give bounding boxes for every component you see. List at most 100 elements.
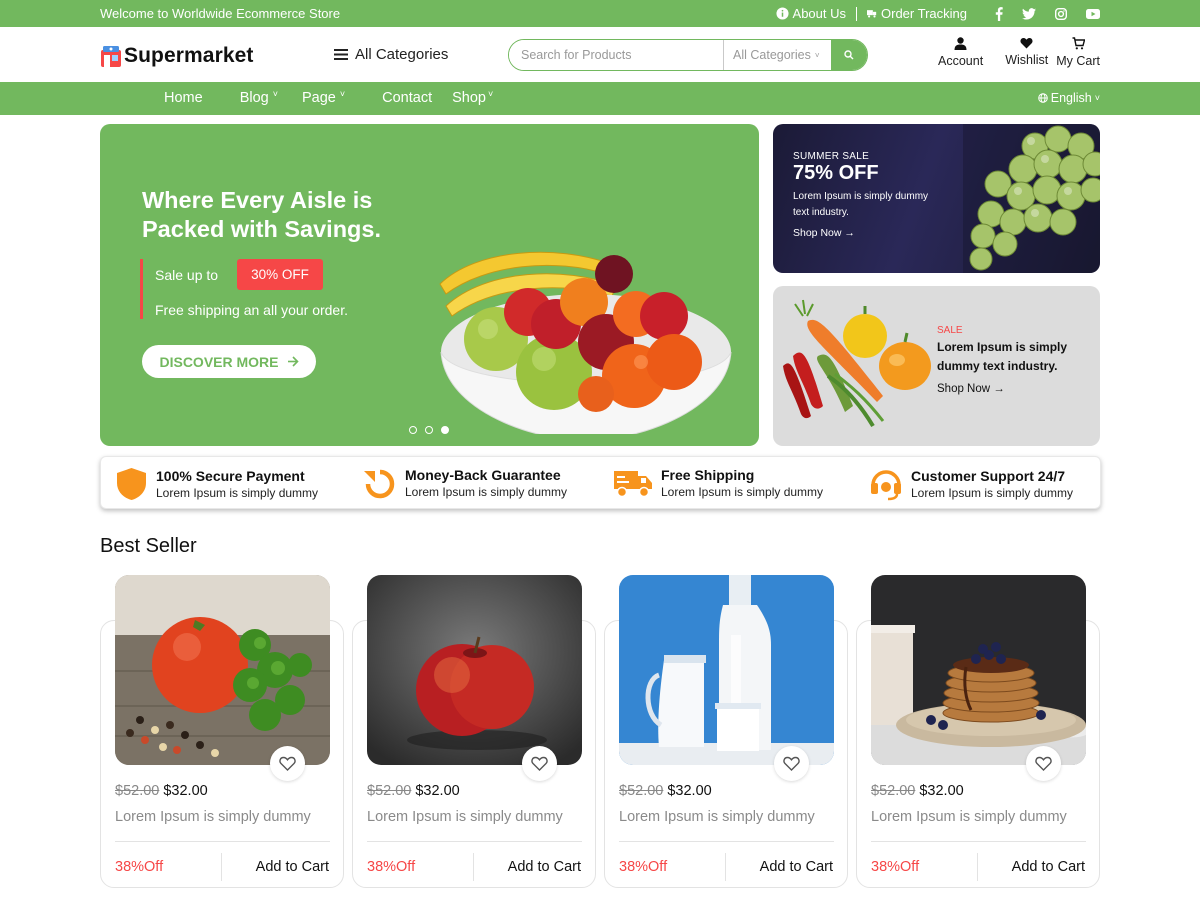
- product-image-pancakes[interactable]: [871, 575, 1086, 765]
- wishlist-label: Wishlist: [1005, 53, 1049, 67]
- feature-money-back: Money-Back Guarantee Lorem Ipsum is simp…: [363, 467, 567, 499]
- account-button[interactable]: Account: [938, 37, 983, 68]
- about-link[interactable]: About Us: [775, 6, 846, 21]
- discount-label: 38%Off: [115, 859, 164, 875]
- product-price: $52.00 $32.00: [367, 783, 460, 799]
- nav-item-page[interactable]: Page ˅: [301, 89, 346, 106]
- promo-top-tag: SUMMER SALE: [793, 151, 870, 162]
- chevron-down-icon: ˅: [272, 89, 278, 99]
- milk-bottle-image: [619, 575, 834, 765]
- order-tracking-label: Order Tracking: [881, 6, 967, 21]
- promo-banner-vegetables[interactable]: SALE Lorem Ipsum is simply dummy text in…: [773, 286, 1100, 446]
- social-links: [995, 6, 1100, 21]
- store-logo-icon: [101, 46, 121, 67]
- best-seller-title: Best Seller: [100, 535, 197, 557]
- heart-outline-icon: [531, 756, 548, 771]
- product-name[interactable]: Lorem Ipsum is simply dummy: [619, 809, 815, 825]
- add-to-cart-button[interactable]: Add to Cart: [760, 859, 833, 875]
- wishlist-toggle[interactable]: [522, 746, 557, 781]
- nav-item-home[interactable]: Home: [164, 90, 203, 106]
- heart-outline-icon: [783, 756, 800, 771]
- nav-item-shop[interactable]: Shop ˅: [452, 89, 493, 106]
- product-card[interactable]: $52.00 $32.00 Lorem Ipsum is simply dummy…: [352, 575, 596, 888]
- product-name[interactable]: Lorem Ipsum is simply dummy: [871, 809, 1067, 825]
- youtube-icon[interactable]: [1086, 8, 1100, 19]
- heart-outline-icon: [279, 756, 296, 771]
- slider-dot-active[interactable]: [441, 426, 449, 434]
- all-categories-label: All Categories: [355, 46, 449, 63]
- old-price: $52.00: [871, 783, 916, 799]
- info-icon: [775, 7, 789, 20]
- product-name[interactable]: Lorem Ipsum is simply dummy: [367, 809, 563, 825]
- top-bar: Welcome to Worldwide Ecommerce Store Abo…: [0, 0, 1200, 27]
- search-icon: [844, 50, 854, 60]
- nav-item-contact[interactable]: Contact: [382, 90, 432, 106]
- product-image-apple[interactable]: [367, 575, 582, 765]
- product-card[interactable]: $52.00 $32.00 Lorem Ipsum is simply dummy…: [100, 575, 344, 888]
- card-divider: [115, 841, 330, 842]
- feature-secure-payment: 100% Secure Payment Lorem Ipsum is simpl…: [115, 467, 318, 501]
- nav-contact-label: Contact: [382, 90, 433, 106]
- chevron-down-icon: ˅: [814, 50, 820, 60]
- search-button[interactable]: [831, 40, 867, 70]
- wishlist-button[interactable]: Wishlist: [1005, 37, 1048, 68]
- hamburger-icon: [334, 49, 348, 60]
- user-icon: [954, 37, 967, 50]
- facebook-icon[interactable]: [995, 6, 1003, 21]
- add-to-cart-button[interactable]: Add to Cart: [508, 859, 581, 875]
- slider-dot[interactable]: [425, 426, 433, 434]
- search-input[interactable]: [509, 40, 723, 70]
- nav-item-blog[interactable]: Blog ˅: [240, 89, 278, 106]
- nav-home-label: Home: [164, 90, 203, 106]
- promo-bottom-shop-link[interactable]: Shop Now →: [937, 383, 1005, 395]
- chevron-down-icon: ˅: [339, 89, 346, 99]
- nav-page-label: Page: [301, 90, 336, 106]
- all-categories-menu[interactable]: All Categories: [334, 46, 448, 63]
- slider-dot[interactable]: [409, 426, 417, 434]
- card-divider: [367, 841, 582, 842]
- promo-top-shop-link[interactable]: Shop Now →: [793, 227, 855, 239]
- account-label: Account: [938, 54, 984, 68]
- welcome-text: Welcome to Worldwide Ecommerce Store: [100, 6, 341, 21]
- refresh-icon: [364, 469, 395, 499]
- globe-icon: [1037, 93, 1048, 103]
- language-select[interactable]: English ˅: [1037, 91, 1100, 105]
- product-card[interactable]: $52.00 $32.00 Lorem Ipsum is simply dummy…: [604, 575, 848, 888]
- add-to-cart-button[interactable]: Add to Cart: [256, 859, 329, 875]
- card-divider: [619, 841, 834, 842]
- wishlist-toggle[interactable]: [270, 746, 305, 781]
- fruit-bowl-image: [439, 251, 732, 434]
- add-to-cart-button[interactable]: Add to Cart: [1012, 859, 1085, 875]
- heart-icon: [1020, 38, 1033, 49]
- product-price: $52.00 $32.00: [871, 783, 964, 799]
- product-card[interactable]: $52.00 $32.00 Lorem Ipsum is simply dummy…: [856, 575, 1100, 888]
- feature-subtitle: Lorem Ipsum is simply dummy: [405, 485, 568, 499]
- truck-small-icon: [867, 10, 877, 18]
- current-price: $32.00: [919, 783, 964, 799]
- search-category-select[interactable]: All Categories ˅: [723, 40, 831, 70]
- twitter-icon[interactable]: [1022, 7, 1036, 20]
- card-divider-vertical: [473, 853, 474, 881]
- nav-items: Home Blog ˅ Page ˅ Contact Shop ˅: [164, 89, 493, 106]
- wishlist-toggle[interactable]: [1026, 746, 1061, 781]
- promo-top-desc: Lorem Ipsum is simply dummy text industr…: [793, 191, 929, 218]
- arrow-right-icon: →: [993, 383, 1005, 395]
- cart-label: My Cart: [1056, 54, 1100, 68]
- promo-banner-summer[interactable]: SUMMER SALE 75% OFF Lorem Ipsum is simpl…: [773, 124, 1100, 273]
- product-image-milk[interactable]: [619, 575, 834, 765]
- hero-title: Where Every Aisle is Packed with Savings…: [142, 187, 382, 242]
- search-category-value: All Categories: [733, 48, 811, 62]
- card-divider-vertical: [977, 853, 978, 881]
- instagram-icon[interactable]: [1055, 7, 1067, 20]
- order-tracking-link[interactable]: Order Tracking: [867, 6, 967, 21]
- product-name[interactable]: Lorem Ipsum is simply dummy: [115, 809, 311, 825]
- discover-more-button[interactable]: DISCOVER MORE: [142, 345, 316, 378]
- wishlist-toggle[interactable]: [774, 746, 809, 781]
- hero-sale-text: Sale up to: [155, 266, 219, 283]
- product-image-tomato[interactable]: [115, 575, 330, 765]
- heart-outline-icon: [1035, 756, 1052, 771]
- cart-button[interactable]: My Cart: [1056, 37, 1100, 68]
- features-strip: 100% Secure Payment Lorem Ipsum is simpl…: [100, 456, 1101, 509]
- logo[interactable]: Supermarket: [100, 44, 254, 68]
- hero-banner: Where Every Aisle is Packed with Savings…: [100, 124, 759, 446]
